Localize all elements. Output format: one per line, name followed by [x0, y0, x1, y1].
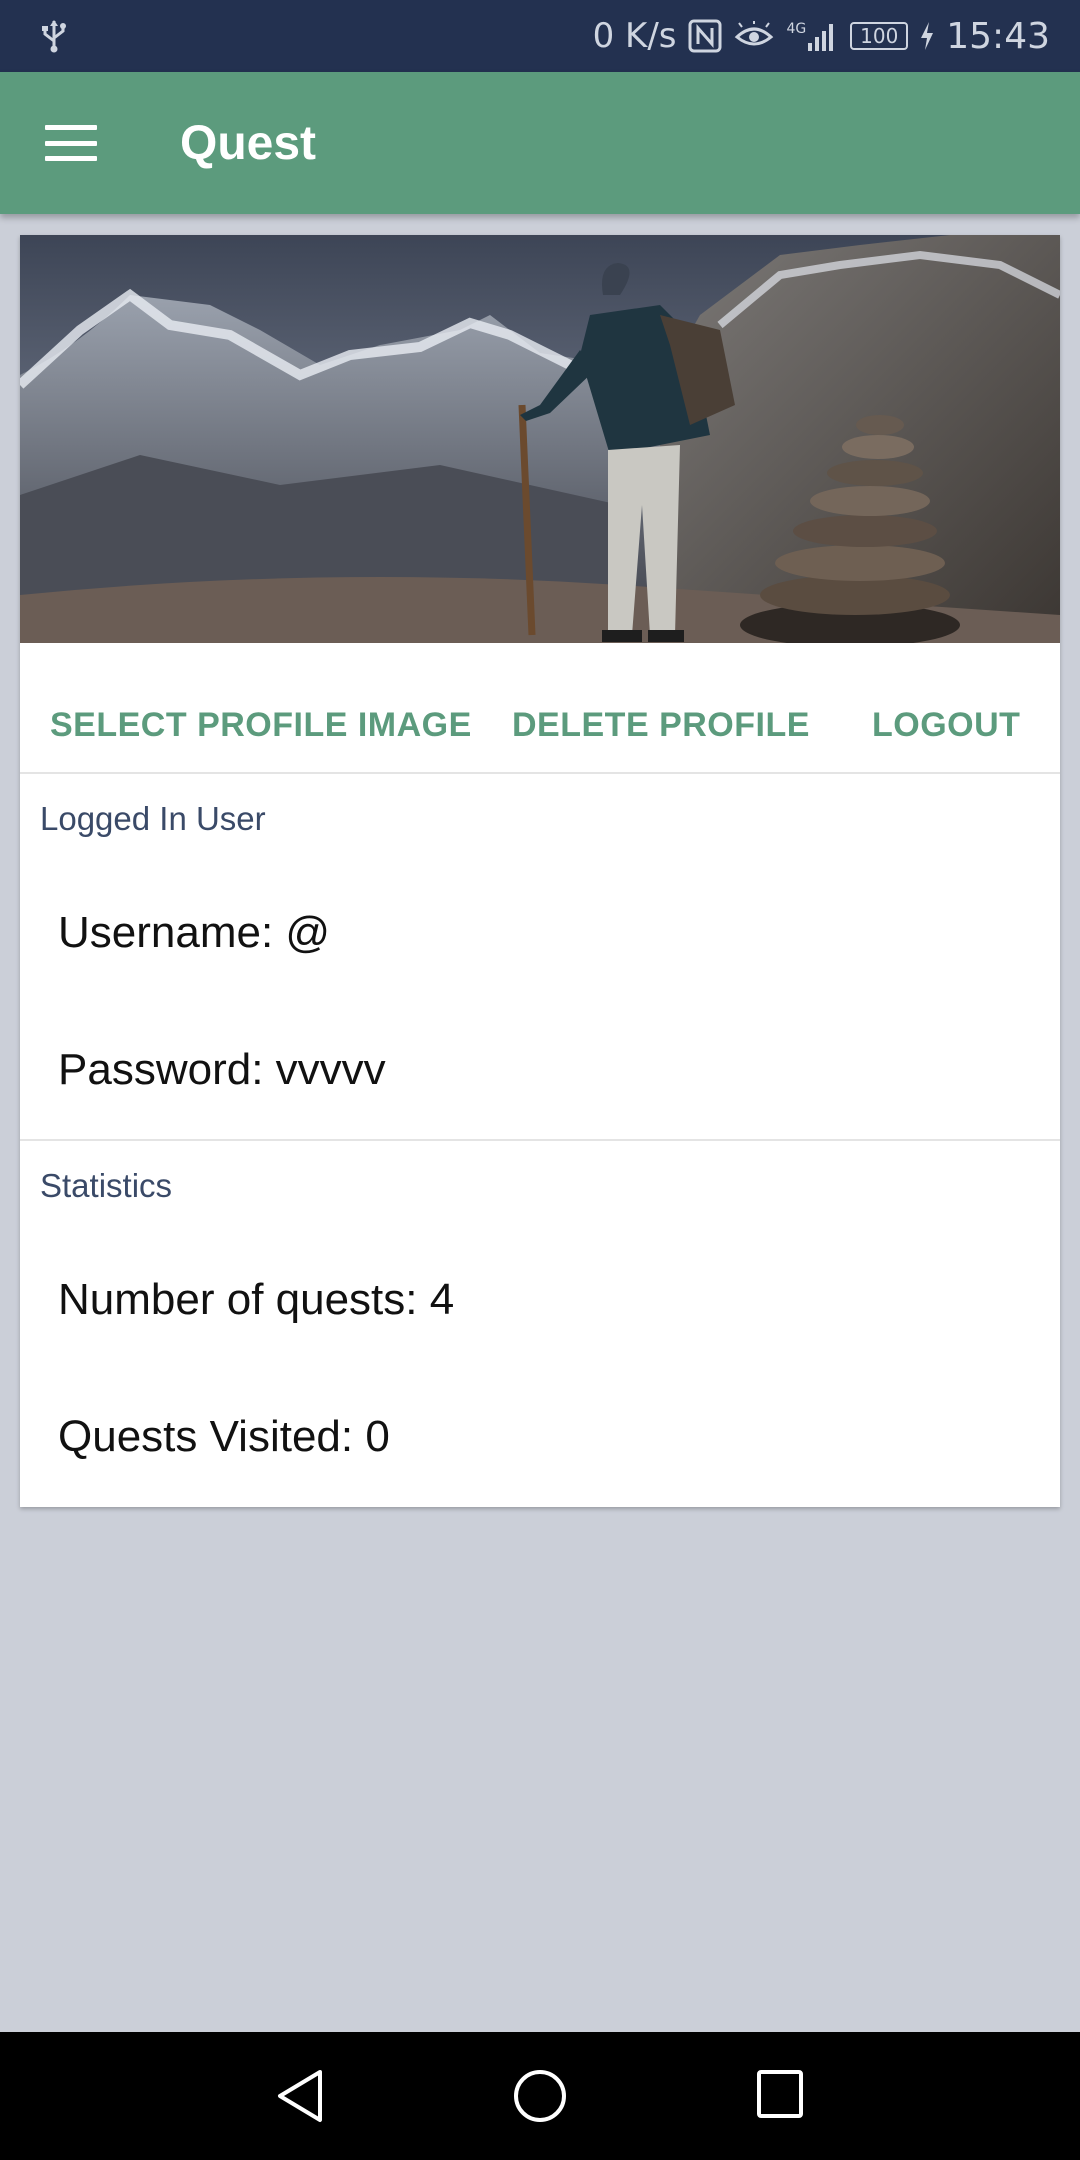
profile-actions: SELECT PROFILE IMAGE DELETE PROFILE LOGO…: [20, 643, 1060, 807]
back-icon[interactable]: [274, 2068, 326, 2129]
number-of-quests-text: Number of quests: 4: [58, 1275, 455, 1324]
nfc-icon: [688, 19, 722, 53]
profile-header-image: [20, 235, 1060, 643]
status-bar: 0 K/s 4G 100 15:43: [0, 0, 1080, 72]
status-icons: 0 K/s 4G 100 15:43: [593, 16, 1050, 57]
app-title: Quest: [180, 116, 317, 170]
network-type: 4G: [786, 21, 807, 37]
username-text: Username: @: [58, 908, 331, 957]
logged-in-user-heading: Logged In User: [40, 800, 266, 837]
clock: 15:43: [946, 15, 1050, 57]
logout-button[interactable]: LOGOUT: [872, 706, 1020, 745]
network-speed: 0 K/s: [592, 16, 677, 56]
divider: [20, 772, 1060, 774]
home-icon[interactable]: [512, 2068, 568, 2129]
delete-profile-button[interactable]: DELETE PROFILE: [512, 706, 810, 745]
charging-icon: [920, 22, 934, 50]
app-bar: Quest: [0, 72, 1080, 214]
battery-icon: 100: [850, 22, 909, 50]
system-nav-bar: [0, 2032, 1080, 2160]
menu-icon[interactable]: [45, 125, 97, 161]
quests-visited-text: Quests Visited: 0: [58, 1412, 390, 1461]
statistics-heading: Statistics: [40, 1167, 173, 1204]
eye-comfort-icon: [734, 21, 774, 51]
usb-icon: [40, 19, 68, 53]
battery-level: 100: [860, 24, 899, 48]
signal-icon: 4G: [786, 21, 838, 51]
recent-apps-icon[interactable]: [756, 2068, 804, 2125]
select-profile-image-button[interactable]: SELECT PROFILE IMAGE: [50, 706, 472, 745]
password-text: Password: vvvvv: [58, 1045, 386, 1094]
divider: [20, 1139, 1060, 1141]
profile-card: SELECT PROFILE IMAGE DELETE PROFILE LOGO…: [20, 235, 1060, 1507]
